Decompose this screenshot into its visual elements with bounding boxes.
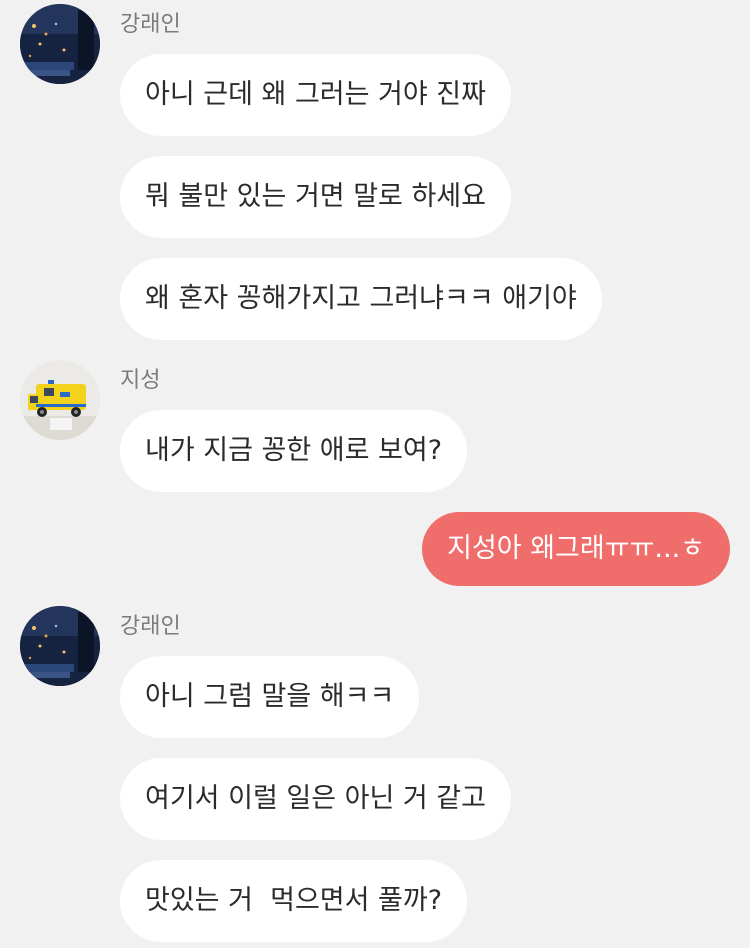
avatar[interactable] [20, 606, 100, 686]
avatar[interactable] [20, 360, 100, 440]
night-city-photo-icon [20, 4, 100, 84]
sender-name: 강래인 [120, 614, 181, 639]
message-bubble[interactable]: 맛있는 거 먹으면서 풀까? [120, 860, 468, 942]
chat-window: 강래인 아니 근데 왜 그러는 거야 진짜 뭐 불만 있는 거면 말로 하세요 … [0, 0, 750, 948]
sender-name: 강래인 [120, 12, 181, 37]
message-bubble[interactable]: 아니 그럼 말을 해ㅋㅋ [120, 656, 420, 738]
sender-name: 지성 [120, 368, 161, 393]
message-bubble[interactable]: 여기서 이럴 일은 아닌 거 같고 [120, 758, 511, 840]
toy-ambulance-photo-icon [20, 360, 100, 440]
message-bubble[interactable]: 아니 근데 왜 그러는 거야 진짜 [120, 54, 511, 136]
message-bubble[interactable]: 왜 혼자 꽁해가지고 그러냐ㅋㅋ 애기야 [120, 258, 602, 340]
my-message-bubble[interactable]: 지성아 왜그래ㅠㅠ...ㅎ [422, 512, 730, 586]
night-city-photo-icon [20, 606, 100, 686]
message-bubble[interactable]: 뭐 불만 있는 거면 말로 하세요 [120, 156, 511, 238]
avatar[interactable] [20, 4, 100, 84]
message-bubble[interactable]: 내가 지금 꽁한 애로 보여? [120, 410, 468, 492]
